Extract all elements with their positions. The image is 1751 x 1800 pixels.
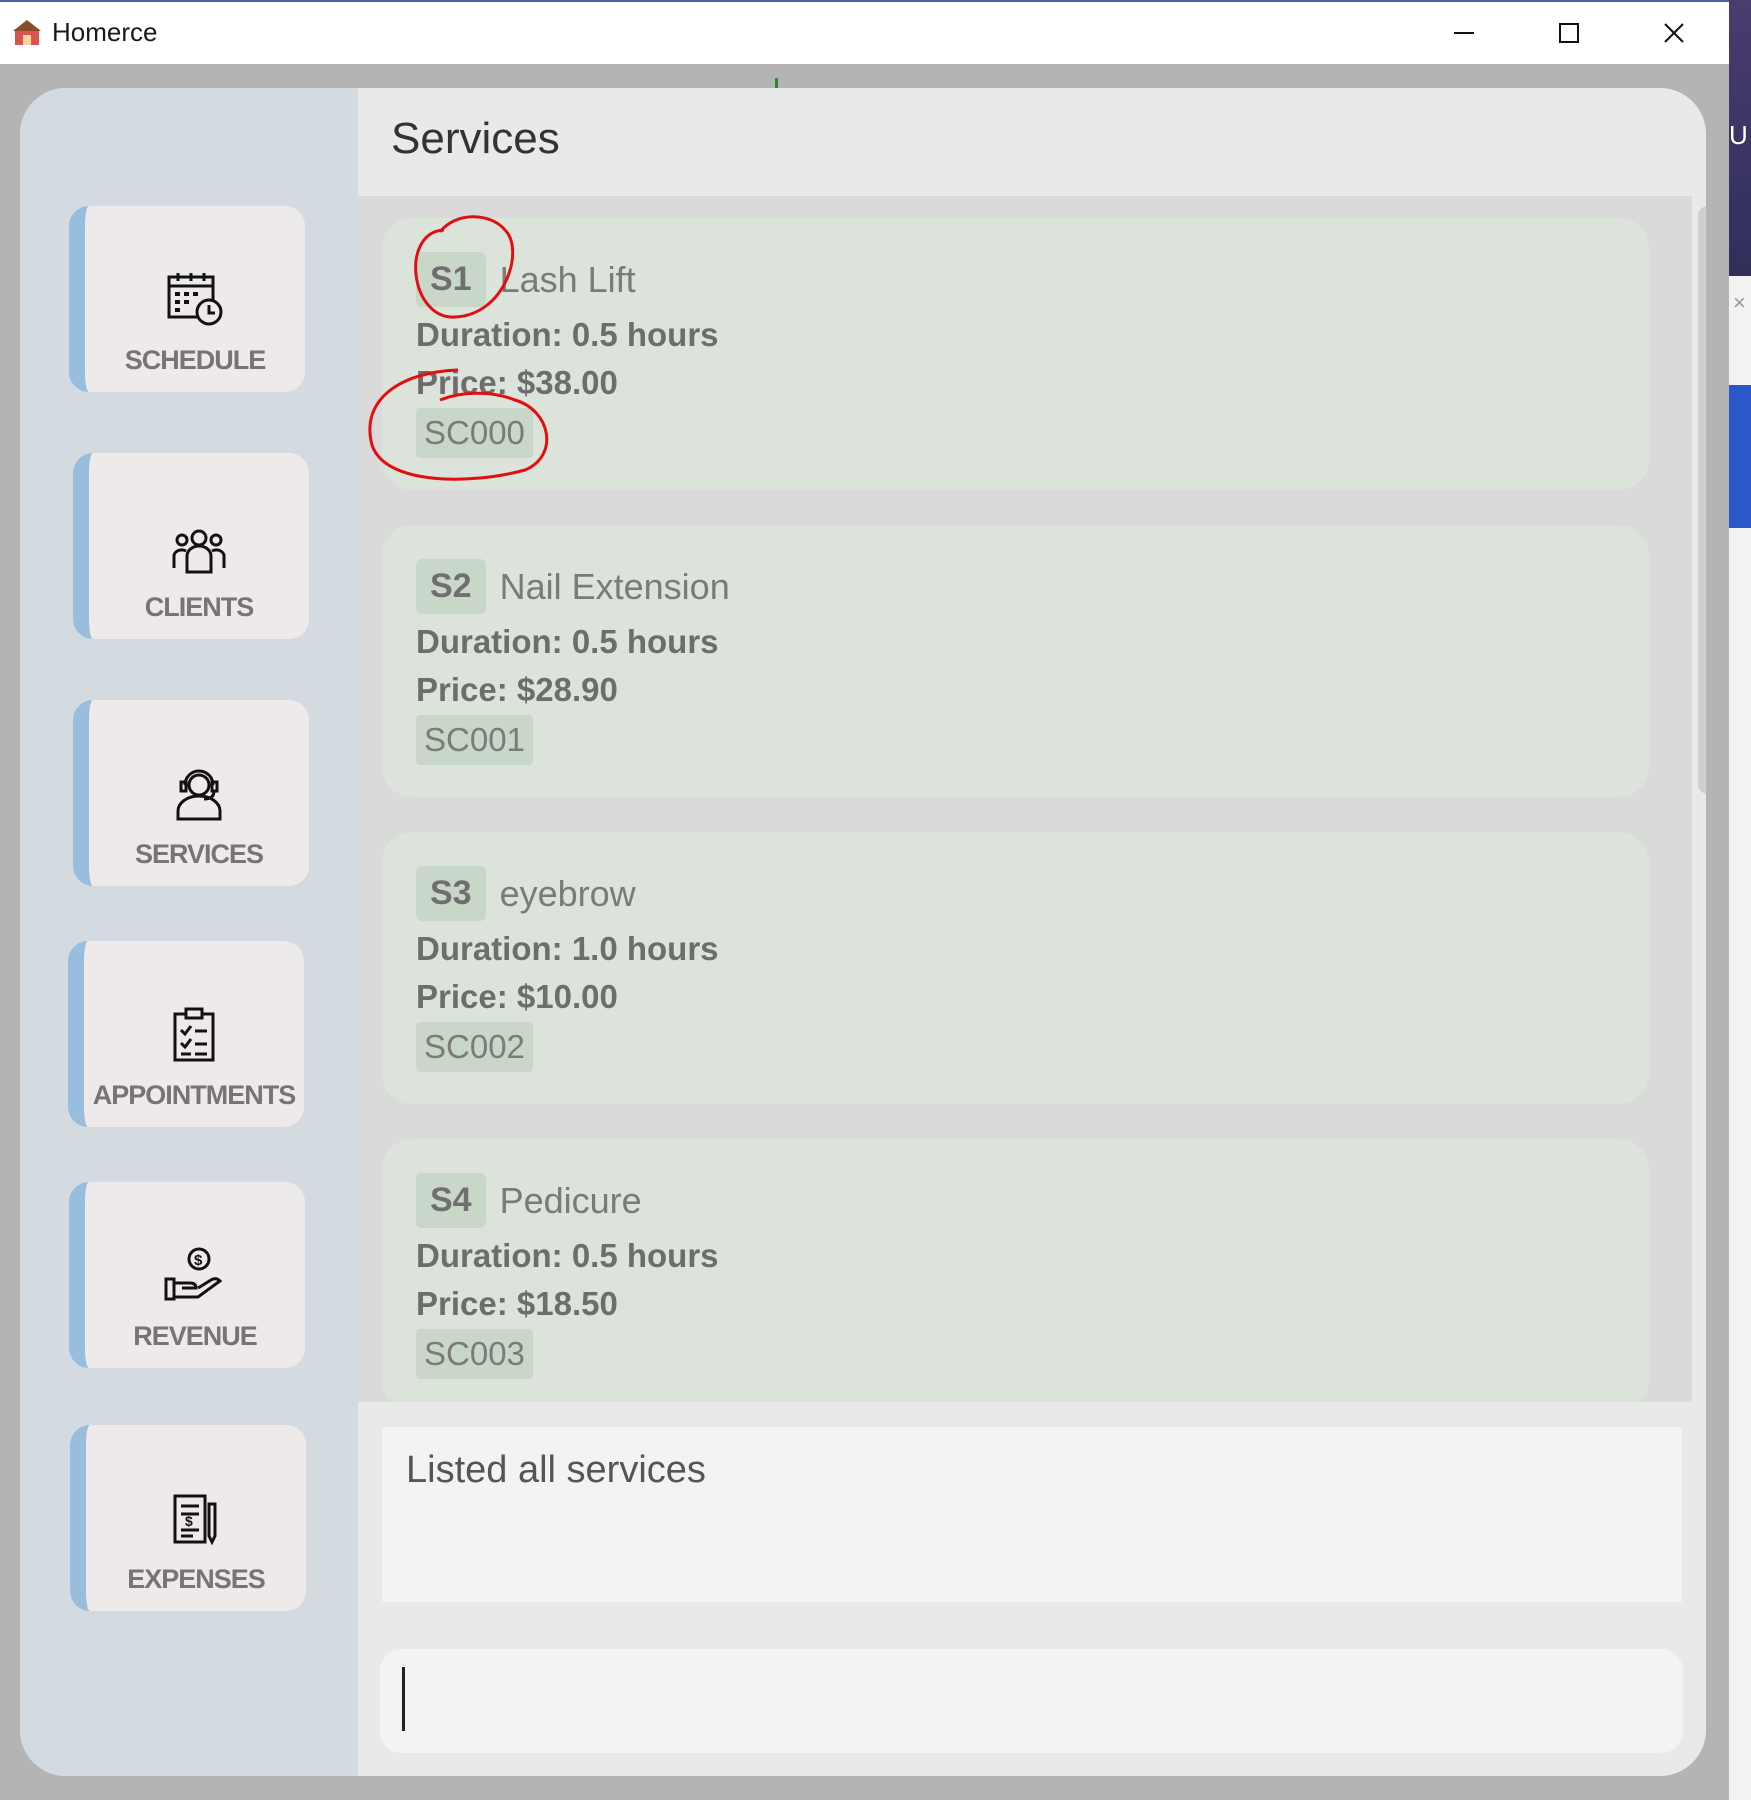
receipt-pen-icon: $ (173, 1494, 217, 1546)
service-index: S2 (416, 559, 486, 614)
sidebar-item-label: EXPENSES (127, 1564, 266, 1594)
service-price: Price: $18.50 (416, 1285, 618, 1322)
service-code-tag: SC003 (416, 1329, 533, 1379)
calendar-clock-icon (167, 273, 223, 326)
app-house-icon (13, 20, 41, 45)
service-index: S3 (416, 866, 486, 921)
sidebar-item-services[interactable]: SERVICES (73, 700, 309, 886)
sidebar-item-appointments[interactable]: APPOINTMENTS (68, 941, 304, 1127)
service-duration: Duration: 0.5 hours (416, 316, 719, 353)
close-icon (1663, 23, 1684, 43)
sidebar-item-label: APPOINTMENTS (92, 1080, 297, 1110)
minimize-icon (1453, 32, 1474, 34)
service-code-tag: SC001 (416, 715, 533, 765)
sidebar-item-label: REVENUE (133, 1321, 258, 1351)
service-name: eyebrow (499, 872, 636, 914)
service-card[interactable]: S2 Nail Extension Duration: 0.5 hours Pr… (382, 525, 1649, 797)
sidebar-item-schedule[interactable]: SCHEDULE (69, 206, 305, 392)
hand-coin-icon: $ (164, 1247, 223, 1301)
service-card[interactable]: S1 Lash Lift Duration: 0.5 hours Price: … (382, 218, 1649, 490)
svg-text:$: $ (185, 1513, 193, 1529)
green-tick-mark (775, 78, 778, 88)
desktop-blue-panel (1729, 385, 1751, 528)
service-name: Nail Extension (499, 565, 730, 607)
service-price: Price: $28.90 (416, 671, 618, 708)
command-box[interactable] (380, 1649, 1683, 1753)
desktop-wallpaper: U (1729, 0, 1751, 276)
service-price: Price: $10.00 (416, 978, 618, 1015)
service-name: Pedicure (499, 1179, 642, 1221)
service-price: Price: $38.00 (416, 364, 618, 401)
desktop-close-icon: × (1733, 290, 1746, 315)
sidebar-item-label: CLIENTS (144, 592, 255, 622)
app-frame: SCHEDULE CLIENTS SERVICES APPOINTMENTS $… (20, 88, 1706, 1776)
service-card[interactable]: S4 Pedicure Duration: 0.5 hours Price: $… (382, 1139, 1649, 1402)
scrollbar-thumb[interactable] (1698, 206, 1706, 794)
maximize-icon (1558, 23, 1579, 43)
service-code-tag: SC002 (416, 1022, 533, 1072)
sidebar-item-expenses[interactable]: $ EXPENSES (70, 1425, 306, 1611)
service-index: S4 (416, 1173, 486, 1228)
sidebar-item-clients[interactable]: CLIENTS (73, 453, 309, 639)
command-input[interactable] (402, 1667, 1652, 1731)
page-title: Services (391, 114, 560, 163)
service-duration: Duration: 0.5 hours (416, 1237, 719, 1274)
svg-text:$: $ (194, 1252, 203, 1269)
service-index: S1 (416, 252, 486, 307)
sidebar-item-revenue[interactable]: $ REVENUE (69, 1182, 305, 1368)
service-duration: Duration: 0.5 hours (416, 623, 719, 660)
minimize-button[interactable] (1411, 2, 1516, 64)
clipboard-checklist-icon (173, 1007, 215, 1062)
headset-person-icon (176, 769, 222, 821)
result-message: Listed all services (406, 1449, 706, 1491)
desktop-background-edge: U × (1729, 0, 1751, 1800)
main-panel: Services S1 Lash Lift Duration: 0.5 hour… (358, 88, 1706, 1776)
close-button[interactable] (1621, 2, 1726, 64)
sidebar: SCHEDULE CLIENTS SERVICES APPOINTMENTS $… (20, 88, 358, 1776)
service-card[interactable]: S3 eyebrow Duration: 1.0 hours Price: $1… (382, 832, 1649, 1104)
maximize-button[interactable] (1516, 2, 1621, 64)
result-display: Listed all services (382, 1427, 1682, 1602)
desktop-text-fragment: U (1729, 120, 1748, 150)
service-code-tag: SC000 (416, 408, 533, 458)
title-bar: Homerce (0, 0, 1729, 64)
window-title: Homerce (52, 17, 158, 47)
service-list[interactable]: S1 Lash Lift Duration: 0.5 hours Price: … (358, 196, 1692, 1402)
people-group-icon (172, 529, 226, 574)
service-name: Lash Lift (499, 258, 636, 300)
sidebar-item-label: SERVICES (134, 839, 264, 869)
sidebar-item-label: SCHEDULE (124, 345, 267, 375)
service-duration: Duration: 1.0 hours (416, 930, 719, 967)
